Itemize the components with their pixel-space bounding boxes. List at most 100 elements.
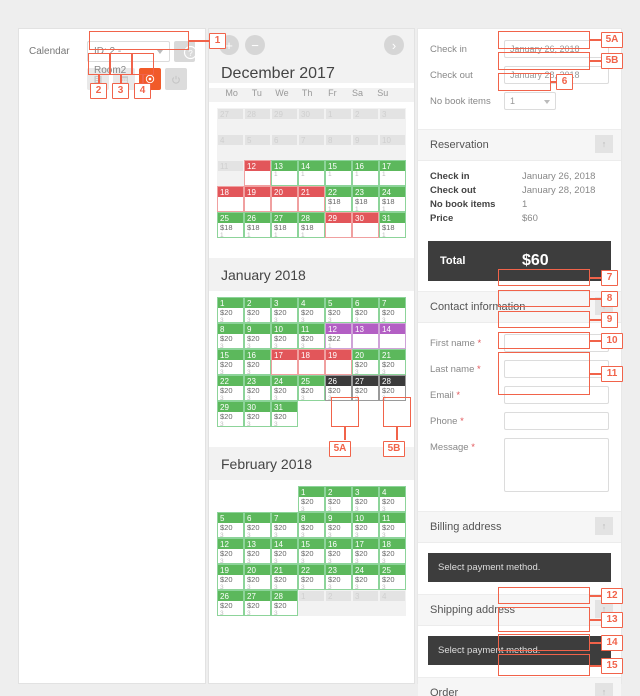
calendar-day-cell[interactable]: 15 $20 3 [298,538,325,564]
calendar-day-cell[interactable]: 22 $20 3 [298,564,325,590]
collapse-order-button[interactable]: ↑ [595,683,613,696]
calendar-day-cell[interactable]: 4 $20 3 [379,486,406,512]
calendar-day-cell[interactable]: 26 $20 3 [325,375,352,401]
calendar-day-cell[interactable]: 25 $18 1 [217,212,244,238]
calendar-day-cell[interactable]: 27 $20 3 [244,590,271,616]
calendar-day-cell[interactable]: 10 $20 3 [271,323,298,349]
calendar-select[interactable]: ID: 2 - Room2 [87,41,170,76]
calendar-day-cell[interactable]: 10 $20 3 [352,512,379,538]
power-button[interactable] [165,68,187,90]
calendar-day-cell[interactable]: 27 $20 3 [352,375,379,401]
phone-input[interactable] [504,412,609,430]
calendar-day-cell[interactable]: 29 $20 3 [217,401,244,427]
calendar-day-cell[interactable]: 5 $20 3 [325,297,352,323]
zoom-out-button[interactable]: − [245,35,265,55]
calendar-day-cell[interactable]: 13 [352,323,379,349]
calendar-day-cell[interactable]: 15 1 [325,160,352,186]
calendar-day-cell[interactable]: 20 $20 3 [244,564,271,590]
order-heading-text: Order [430,687,459,696]
calendar-day-cell[interactable]: 24 $18 1 [379,186,406,212]
calendar-day-cell[interactable]: 2 $20 3 [325,486,352,512]
calendar-day-cell[interactable]: 19 $20 3 [217,564,244,590]
calendar-day-cell[interactable]: 6 $20 3 [244,512,271,538]
calendar-day-cell[interactable]: 30 $20 3 [244,401,271,427]
check-in-input[interactable]: January 26, 2018 [504,40,609,58]
calendar-day-cell[interactable]: 18 [298,349,325,375]
calendar-day-cell[interactable]: 16 1 [352,160,379,186]
calendar-day-cell[interactable]: 23 $20 3 [244,375,271,401]
collapse-reservation-button[interactable]: ↑ [595,135,613,153]
calendar-day-cell[interactable]: 28 $20 3 [271,590,298,616]
calendar-day-cell[interactable]: 18 [217,186,244,212]
calendar-day-cell[interactable]: 16 $20 3 [325,538,352,564]
calendar-day-cell[interactable]: 19 [325,349,352,375]
day-number: 7 [272,513,297,523]
calendar-day-cell[interactable]: 21 $20 3 [271,564,298,590]
calendar-day-cell[interactable]: 28 $18 1 [298,212,325,238]
calendar-day-cell[interactable]: 14 [379,323,406,349]
calendar-day-cell[interactable]: 18 $20 3 [379,538,406,564]
calendar-day-cell[interactable]: 1 $20 3 [217,297,244,323]
calendar-day-cell[interactable]: 8 $20 3 [298,512,325,538]
calendar-day-cell[interactable]: 22 $20 3 [217,375,244,401]
calendar-day-cell[interactable]: 16 $20 3 [244,349,271,375]
calendar-day-cell[interactable]: 7 $20 3 [379,297,406,323]
calendar-day-cell[interactable]: 28 $20 3 [379,375,406,401]
calendar-day-cell[interactable]: 13 $20 3 [244,538,271,564]
calendar-day-cell[interactable]: 21 $20 3 [379,349,406,375]
calendar-day-cell[interactable]: 6 $20 3 [352,297,379,323]
calendar-day-cell[interactable]: 19 [244,186,271,212]
calendar-day-cell[interactable]: 30 [352,212,379,238]
first-name-input[interactable] [504,334,609,352]
last-name-input[interactable] [504,360,609,378]
calendar-day-cell[interactable]: 2 $20 3 [244,297,271,323]
calendar-day-cell[interactable]: 1 $20 3 [298,486,325,512]
calendar-day-cell[interactable]: 24 $20 3 [352,564,379,590]
day-quantity: 3 [220,610,224,616]
calendar-day-cell[interactable]: 17 [271,349,298,375]
no-book-items-value: 1 [510,96,516,106]
calendar-day-cell[interactable]: 13 1 [271,160,298,186]
email-input[interactable] [504,386,609,404]
calendar-day-cell[interactable]: 9 $20 3 [244,323,271,349]
calendar-help-button[interactable]: ? [174,41,198,62]
calendar-day-cell[interactable]: 5 $20 3 [217,512,244,538]
calendar-day-cell[interactable]: 21 [298,186,325,212]
calendar-day-cell[interactable]: 17 $20 3 [352,538,379,564]
next-month-button[interactable]: › [384,35,404,55]
calendar-day-cell[interactable]: 23 $18 1 [352,186,379,212]
calendar-day-cell[interactable]: 26 $20 3 [217,590,244,616]
message-input[interactable] [504,438,609,492]
calendar-day-cell[interactable]: 3 $20 3 [352,486,379,512]
calendar-day-cell[interactable]: 24 $20 3 [271,375,298,401]
calendar-day-cell[interactable]: 29 [325,212,352,238]
calendar-day-cell[interactable]: 12 [244,160,271,186]
calendar-day-cell[interactable]: 17 1 [379,160,406,186]
calendar-day-cell[interactable]: 25 $20 3 [379,564,406,590]
calendar-day-cell[interactable]: 23 $20 3 [325,564,352,590]
calendar-day-cell[interactable]: 3 $20 3 [271,297,298,323]
no-book-items-select[interactable]: 1 [504,92,556,110]
calendar-day-cell[interactable]: 20 $20 3 [352,349,379,375]
calendar-day-cell[interactable]: 20 [271,186,298,212]
reservation-row-key: No book items [430,199,496,210]
calendar-day-cell[interactable]: 9 $20 3 [325,512,352,538]
calendar-day-cell[interactable]: 11 $20 3 [298,323,325,349]
calendar-day-cell[interactable]: 8 $20 3 [217,323,244,349]
calendar-day-cell[interactable]: 26 $18 1 [244,212,271,238]
calendar-day-cell[interactable]: 31 $20 3 [271,401,298,427]
calendar-day-cell[interactable]: 25 $20 3 [298,375,325,401]
calendar-day-cell[interactable]: 14 1 [298,160,325,186]
calendar-day-cell[interactable]: 27 $18 1 [271,212,298,238]
calendar-day-cell[interactable]: 12 $20 3 [217,538,244,564]
calendar-day-cell[interactable]: 11 $20 3 [379,512,406,538]
calendar-day-cell[interactable]: 14 $20 3 [271,538,298,564]
day-price: $20 [220,523,233,532]
calendar-day-cell[interactable]: 12 $22 1 [325,323,352,349]
calendar-day-cell[interactable]: 22 $18 1 [325,186,352,212]
collapse-billing-button[interactable]: ↑ [595,517,613,535]
calendar-day-cell[interactable]: 7 $20 3 [271,512,298,538]
calendar-day-cell[interactable]: 4 $20 3 [298,297,325,323]
calendar-day-cell[interactable]: 15 $20 3 [217,349,244,375]
calendar-day-cell[interactable]: 31 $18 1 [379,212,406,238]
